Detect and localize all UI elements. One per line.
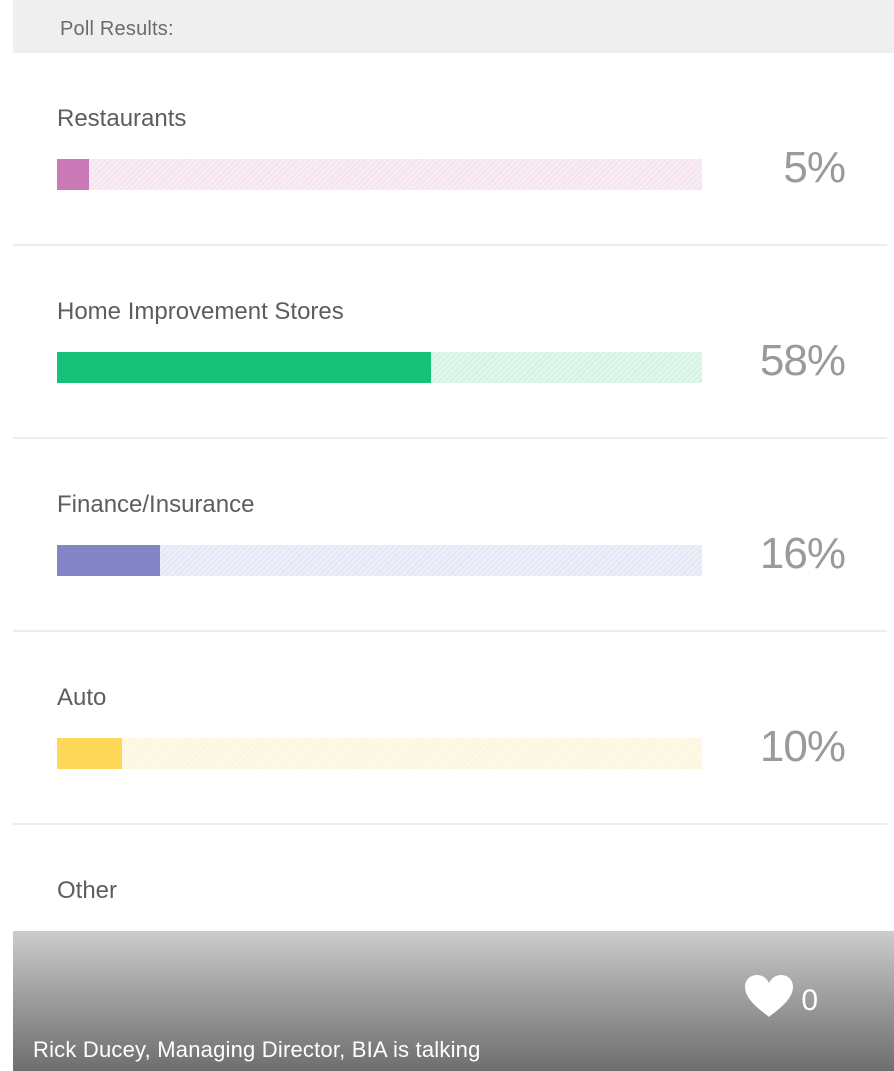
poll-bar-track: [57, 159, 702, 190]
poll-bar-track: [57, 545, 702, 576]
speaker-caption: Rick Ducey, Managing Director, BIA is ta…: [33, 1037, 481, 1062]
like-count: 0: [801, 984, 818, 1017]
poll-option-auto: Auto 10%: [13, 632, 887, 825]
poll-percent: 16%: [759, 529, 846, 578]
poll-option-home-improvement-stores: Home Improvement Stores 58%: [13, 246, 887, 439]
poll-results-page: Poll Results: Restaurants 5% Home Improv…: [0, 0, 894, 1071]
poll-title: Poll Results:: [60, 18, 174, 40]
poll-option-restaurants: Restaurants 5%: [13, 53, 887, 246]
poll-option-label: Other: [57, 877, 118, 904]
poll-bar-fill: [57, 545, 161, 576]
poll-percent: 58%: [759, 336, 846, 385]
poll-header: Poll Results:: [13, 0, 894, 53]
poll-list: Restaurants 5% Home Improvement Stores 5…: [13, 53, 887, 1018]
poll-option-label: Restaurants: [57, 105, 187, 132]
like-control[interactable]: 0: [743, 973, 818, 1019]
poll-bar-fill: [57, 352, 432, 383]
poll-bar-fill: [57, 159, 90, 190]
poll-bar-fill: [57, 738, 122, 769]
poll-option-label: Finance/Insurance: [57, 491, 255, 518]
poll-option-label: Auto: [57, 684, 107, 711]
poll-option-label: Home Improvement Stores: [57, 298, 344, 325]
poll-bar-track: [57, 738, 702, 769]
poll-option-finance-insurance: Finance/Insurance 16%: [13, 439, 887, 632]
poll-percent: 10%: [759, 722, 846, 771]
speaker-overlay: 0 Rick Ducey, Managing Director, BIA is …: [13, 931, 894, 1071]
poll-bar-track: [57, 352, 702, 383]
poll-percent: 5%: [783, 143, 846, 192]
heart-icon[interactable]: [743, 973, 795, 1019]
